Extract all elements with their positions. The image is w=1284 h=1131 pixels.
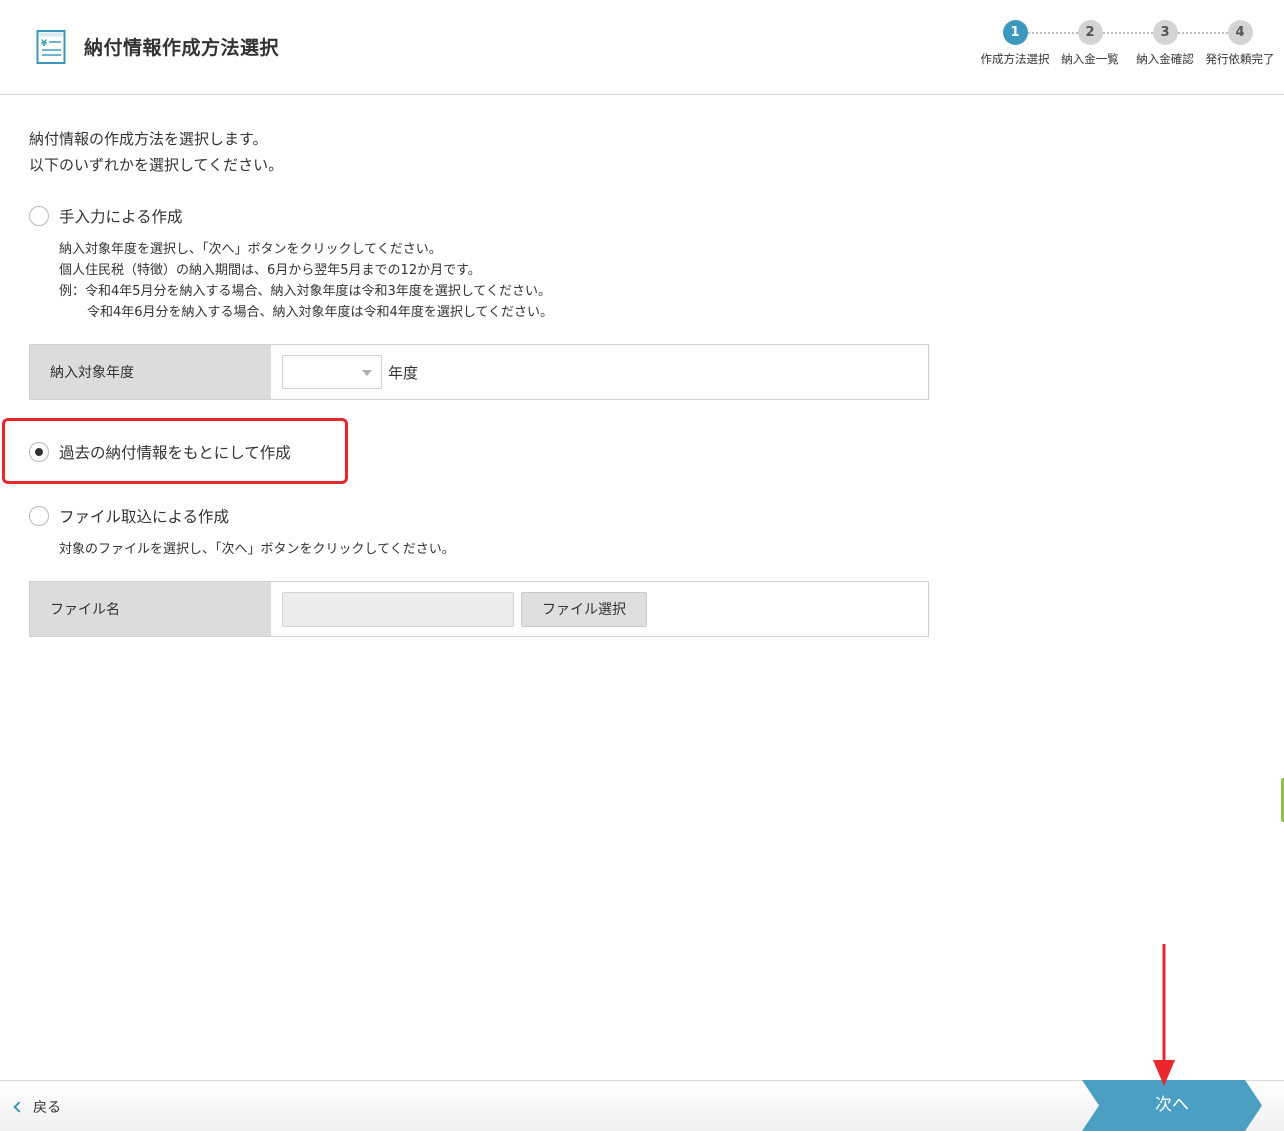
chevron-down-icon xyxy=(362,370,372,376)
description-line: 令和4年6月分を納入する場合、納入対象年度は令和4年度を選択してください。 xyxy=(87,305,554,320)
step-label: 納入金確認 xyxy=(1136,52,1194,66)
description-line: 納入対象年度を選択し、「次へ」ボタンをクリックしてください。 xyxy=(59,242,442,257)
highlight-annotation xyxy=(2,418,348,484)
step-number: 3 xyxy=(1152,20,1178,45)
step-label: 納入金一覧 xyxy=(1061,52,1119,66)
step-label: 作成方法選択 xyxy=(980,52,1050,66)
step-number: 4 xyxy=(1227,20,1253,45)
invoice-yen-icon: ¥ xyxy=(36,30,66,64)
description-line: 個人住民税（特徴）の納入期間は、6月から翌年5月までの12か月です。 xyxy=(59,263,481,278)
page-header: ¥ 納付情報作成方法選択 1 作成方法選択 2 納入金一覧 3 納入金確認 4 … xyxy=(0,0,1284,95)
step-label: 発行依頼完了 xyxy=(1205,52,1275,66)
step-number: 2 xyxy=(1077,20,1103,45)
fiscal-year-row: 納入対象年度 年度 xyxy=(29,344,929,400)
radio-option-file[interactable]: ファイル取込による作成 xyxy=(29,505,229,527)
file-name-row: ファイル名 ファイル選択 xyxy=(29,581,929,637)
intro-line: 納付情報の作成方法を選択します。 xyxy=(29,130,268,148)
svg-text:¥: ¥ xyxy=(41,39,48,49)
file-name-label: ファイル名 xyxy=(30,582,271,636)
file-name-cell: ファイル選択 xyxy=(271,582,928,636)
radio-label-file: ファイル取込による作成 xyxy=(59,508,230,526)
intro-text: 納付情報の作成方法を選択します。 以下のいずれかを選択してください。 xyxy=(29,126,283,178)
back-button[interactable]: 戻る xyxy=(12,1097,61,1117)
step-number: 1 xyxy=(1002,20,1028,45)
file-select-button[interactable]: ファイル選択 xyxy=(521,591,647,627)
description-line: 例：令和4年5月分を納入する場合、納入対象年度は令和3年度を選択してください。 xyxy=(59,284,552,299)
fiscal-year-select[interactable] xyxy=(282,355,382,389)
manual-description: 納入対象年度を選択し、「次へ」ボタンをクリックしてください。 個人住民税（特徴）… xyxy=(59,239,553,323)
back-label: 戻る xyxy=(33,1100,61,1116)
fiscal-year-label: 納入対象年度 xyxy=(30,345,271,399)
radio-option-manual[interactable]: 手入力による作成 xyxy=(29,205,183,227)
arrow-down-icon xyxy=(1153,944,1175,1086)
file-name-input[interactable] xyxy=(282,591,514,627)
page-title: 納付情報作成方法選択 xyxy=(84,37,280,59)
step-4: 4 発行依頼完了 xyxy=(1202,20,1278,67)
step-1: 1 作成方法選択 xyxy=(977,20,1053,67)
progress-stepper: 1 作成方法選択 2 納入金一覧 3 納入金確認 4 発行依頼完了 xyxy=(976,20,1284,70)
intro-line: 以下のいずれかを選択してください。 xyxy=(29,156,284,174)
file-description: 対象のファイルを選択し、「次へ」ボタンをクリックしてください。 xyxy=(59,542,455,557)
fiscal-year-suffix: 年度 xyxy=(388,363,419,382)
step-3: 3 納入金確認 xyxy=(1127,20,1203,67)
fiscal-year-cell: 年度 xyxy=(271,345,928,399)
radio-button-manual[interactable] xyxy=(29,206,49,226)
step-2: 2 納入金一覧 xyxy=(1052,20,1128,67)
radio-label-manual: 手入力による作成 xyxy=(59,208,183,226)
radio-button-file[interactable] xyxy=(29,506,49,526)
chevron-left-icon xyxy=(13,1101,25,1113)
